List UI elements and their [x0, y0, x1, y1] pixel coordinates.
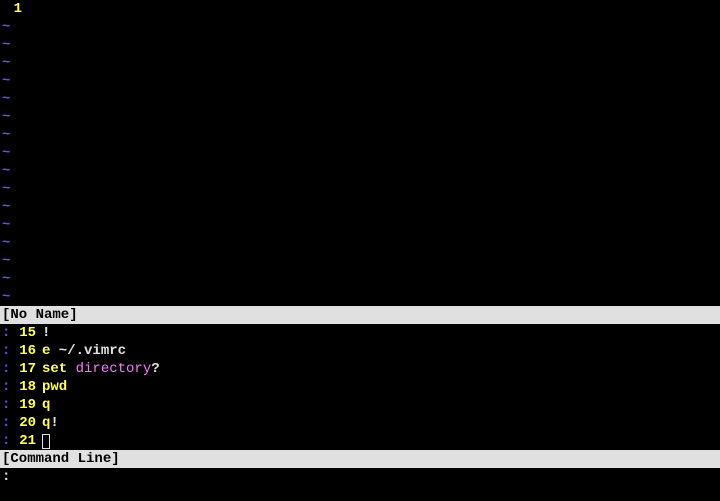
empty-line: ~ [0, 54, 720, 72]
tilde-marker: ~ [0, 72, 28, 90]
history-colon: : [0, 396, 12, 414]
empty-line: ~ [0, 252, 720, 270]
history-command: pwd [36, 378, 67, 396]
tilde-marker: ~ [0, 180, 28, 198]
tilde-marker: ~ [0, 288, 28, 306]
top-status-line: [No Name] [0, 306, 720, 324]
tilde-marker: ~ [0, 54, 28, 72]
cmdwin-status-line: [Command Line] [0, 450, 720, 468]
history-line[interactable]: :16e ~/.vimrc [0, 342, 720, 360]
empty-line: ~ [0, 90, 720, 108]
token: ! [42, 325, 50, 341]
empty-line: ~ [0, 198, 720, 216]
top-buffer[interactable]: 1~~~~~~~~~~~~~~~~ [0, 0, 720, 306]
history-line-number: 15 [12, 324, 36, 342]
empty-line: ~ [0, 72, 720, 90]
history-colon: : [0, 378, 12, 396]
vim-editor: 1~~~~~~~~~~~~~~~~ [No Name] :15!:16e ~/.… [0, 0, 720, 501]
history-colon: : [0, 414, 12, 432]
tilde-marker: ~ [0, 198, 28, 216]
tilde-marker: ~ [0, 108, 28, 126]
history-line[interactable]: :17set directory? [0, 360, 720, 378]
buffer-line[interactable]: 1 [0, 0, 720, 18]
history-line[interactable]: :20q! [0, 414, 720, 432]
history-command: q [36, 396, 50, 414]
history-command: set directory? [36, 360, 160, 378]
empty-line: ~ [0, 162, 720, 180]
history-command [36, 432, 50, 450]
history-line[interactable]: :15! [0, 324, 720, 342]
history-line-number: 16 [12, 342, 36, 360]
empty-line: ~ [0, 216, 720, 234]
empty-line: ~ [0, 108, 720, 126]
command-history-buffer[interactable]: :15!:16e ~/.vimrc:17set directory?:18pwd… [0, 324, 720, 450]
history-colon: : [0, 342, 12, 360]
tilde-marker: ~ [0, 162, 28, 180]
empty-line: ~ [0, 144, 720, 162]
history-command: ! [36, 324, 50, 342]
history-line-number: 21 [12, 432, 36, 450]
tilde-marker: ~ [0, 234, 28, 252]
history-line[interactable]: :21 [0, 432, 720, 450]
history-line-number: 18 [12, 378, 36, 396]
tilde-marker: ~ [0, 270, 28, 288]
token: directory [76, 361, 152, 377]
tilde-marker: ~ [0, 18, 28, 36]
token: ! [50, 415, 58, 431]
token [67, 361, 75, 377]
empty-line: ~ [0, 36, 720, 54]
tilde-marker: ~ [0, 36, 28, 54]
history-line-number: 20 [12, 414, 36, 432]
history-command: e ~/.vimrc [36, 342, 126, 360]
empty-line: ~ [0, 18, 720, 36]
empty-line: ~ [0, 180, 720, 198]
token: q [42, 397, 50, 413]
token: ? [151, 361, 159, 377]
tilde-marker: ~ [0, 126, 28, 144]
empty-line: ~ [0, 270, 720, 288]
history-colon: : [0, 360, 12, 378]
history-colon: : [0, 324, 12, 342]
line-number: 1 [0, 0, 28, 18]
cursor [42, 434, 50, 449]
history-line[interactable]: :18 pwd [0, 378, 720, 396]
command-line[interactable]: : [0, 468, 720, 486]
history-line-number: 19 [12, 396, 36, 414]
token: ~/.vimrc [50, 343, 126, 359]
tilde-marker: ~ [0, 216, 28, 234]
tilde-marker: ~ [0, 252, 28, 270]
empty-line: ~ [0, 126, 720, 144]
token: set [42, 361, 67, 377]
history-command: q! [36, 414, 59, 432]
history-colon: : [0, 432, 12, 450]
history-line[interactable]: :19 q [0, 396, 720, 414]
token: pwd [42, 379, 67, 395]
history-line-number: 17 [12, 360, 36, 378]
empty-line: ~ [0, 234, 720, 252]
tilde-marker: ~ [0, 144, 28, 162]
tilde-marker: ~ [0, 90, 28, 108]
empty-line: ~ [0, 288, 720, 306]
